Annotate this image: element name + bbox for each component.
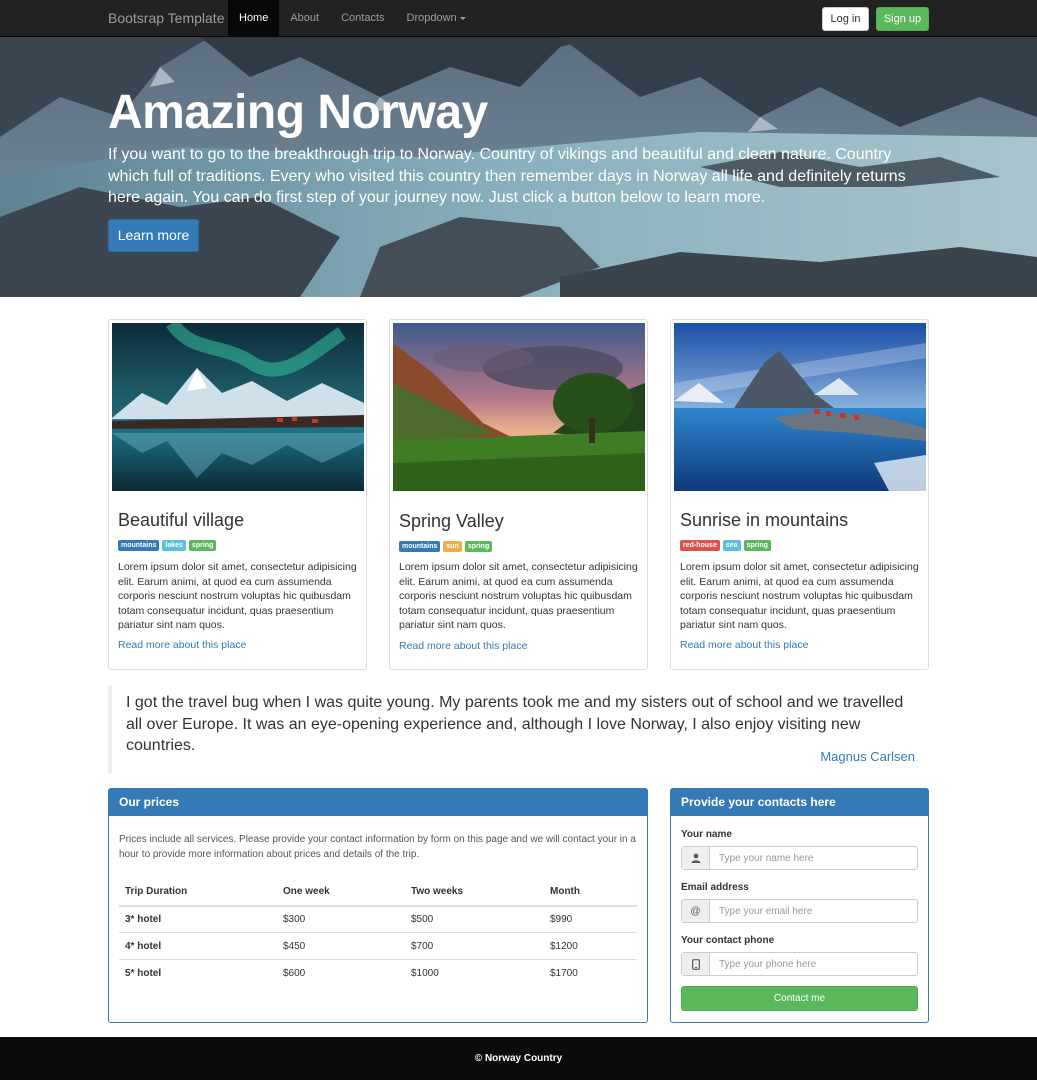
table-header-row: Trip Duration One week Two weeks Month — [119, 878, 637, 907]
phone-label: Your contact phone — [681, 935, 775, 946]
card-tags: mountains lakes spring — [118, 540, 217, 551]
table-cell: $1200 — [544, 932, 637, 960]
place-card: Sunrise in mountains red-house sea sprin… — [670, 319, 929, 670]
tag-red-house: red-house — [680, 540, 720, 551]
email-input-group: @ — [681, 899, 918, 923]
user-icon — [682, 847, 710, 869]
card-tags: mountains sun spring — [399, 541, 493, 552]
hero-text: If you want to go to the breakthrough tr… — [108, 146, 906, 206]
card-text: Lorem ipsum dolor sit amet, consectetur … — [399, 561, 638, 631]
blockquote: I got the travel bug when I was quite yo… — [108, 685, 929, 773]
phone-input[interactable] — [710, 953, 917, 975]
name-input[interactable] — [710, 847, 917, 869]
tag-sea: sea — [722, 540, 741, 551]
footer-copyright: © Norway Country — [474, 1053, 563, 1064]
card-read-more-link[interactable]: Read more about this place — [399, 640, 527, 652]
table-cell: 3* hotel — [125, 914, 162, 926]
prices-intro: Prices include all services. Please prov… — [119, 834, 636, 860]
table-header: Two weeks — [405, 878, 544, 907]
navbar: Bootsrap Template Home About Contacts Dr… — [0, 0, 1037, 37]
table-header: Trip Duration — [119, 878, 277, 907]
table-cell: $600 — [277, 959, 405, 987]
prices-table: Trip Duration One week Two weeks Month 3… — [119, 878, 637, 987]
tag-spring: spring — [464, 541, 493, 552]
table-cell: $450 — [277, 932, 405, 960]
place-card: Beautiful village mountains lakes spring… — [108, 319, 367, 670]
email-input[interactable] — [710, 900, 917, 922]
prices-panel: Our prices Prices include all services. … — [108, 788, 648, 1023]
card-title: Beautiful village — [118, 510, 245, 530]
card-read-more-link[interactable]: Read more about this place — [118, 639, 246, 651]
learn-more-button[interactable]: Learn more — [108, 219, 199, 252]
card-image-valley — [393, 323, 645, 491]
card-title: Sunrise in mountains — [680, 510, 849, 530]
table-cell: $1000 — [405, 959, 544, 987]
table-cell: $700 — [405, 932, 544, 960]
hero-title: Amazing Norway — [108, 86, 488, 139]
prices-panel-title: Our prices — [109, 789, 647, 816]
quote-text: I got the travel bug when I was quite yo… — [126, 694, 904, 754]
table-header: Month — [544, 878, 637, 907]
contact-me-button[interactable]: Contact me — [681, 986, 918, 1011]
email-label: Email address — [681, 882, 749, 893]
tag-spring: spring — [188, 540, 217, 551]
table-cell: 4* hotel — [119, 932, 277, 960]
card-image-village — [112, 323, 364, 491]
name-input-group — [681, 846, 918, 870]
table-cell: $300 — [283, 914, 306, 926]
table-row: 5* hotel $600 $1000 $1700 — [119, 959, 637, 987]
card-text: Lorem ipsum dolor sit amet, consectetur … — [118, 561, 357, 631]
nav-item-home[interactable]: Home — [228, 0, 280, 37]
card-image-sunrise — [674, 323, 926, 491]
hero-banner: Amazing Norway If you want to go to the … — [0, 37, 1037, 297]
tag-sun: sun — [443, 541, 462, 552]
tag-mountains: mountains — [399, 541, 441, 552]
quote-author-link[interactable]: Magnus Carlsen — [820, 749, 915, 764]
signup-button[interactable]: Sign up — [876, 7, 929, 31]
place-card: Spring Valley mountains sun spring Lorem… — [389, 319, 648, 670]
tag-lakes: lakes — [162, 540, 186, 551]
nav-item-dropdown[interactable]: Dropdown — [396, 0, 477, 37]
table-cell: 5* hotel — [119, 959, 277, 987]
footer: © Norway Country — [0, 1037, 1037, 1080]
card-title: Spring Valley — [399, 511, 504, 531]
table-cell: $990 — [550, 914, 573, 926]
table-row: 4* hotel $450 $700 $1200 — [119, 932, 637, 960]
contact-panel: Provide your contacts here Your name Ema… — [670, 788, 929, 1023]
table-cell: $500 — [411, 914, 434, 926]
nav-item-contacts[interactable]: Contacts — [330, 0, 395, 37]
table-row: 3* hotel $300 $500 $990 — [119, 906, 637, 933]
table-header: One week — [277, 878, 405, 907]
login-button[interactable]: Log in — [822, 7, 869, 31]
nav-item-about[interactable]: About — [279, 0, 330, 37]
nav-item-dropdown-label: Dropdown — [406, 12, 457, 24]
table-cell: $1700 — [544, 959, 637, 987]
name-label: Your name — [681, 829, 732, 840]
at-icon: @ — [682, 900, 710, 922]
tag-spring: spring — [743, 540, 771, 551]
contact-panel-title: Provide your contacts here — [671, 789, 928, 816]
phone-icon — [682, 953, 710, 975]
caret-down-icon — [459, 16, 466, 20]
tag-mountains: mountains — [118, 540, 160, 551]
card-read-more-link[interactable]: Read more about this place — [680, 639, 808, 651]
brand-link[interactable]: Bootsrap Template — [108, 0, 224, 37]
phone-input-group — [681, 952, 918, 976]
card-tags: red-house sea spring — [680, 540, 771, 551]
nav-menu: Home About Contacts Dropdown — [228, 0, 477, 37]
card-text: Lorem ipsum dolor sit amet, consectetur … — [680, 561, 919, 631]
